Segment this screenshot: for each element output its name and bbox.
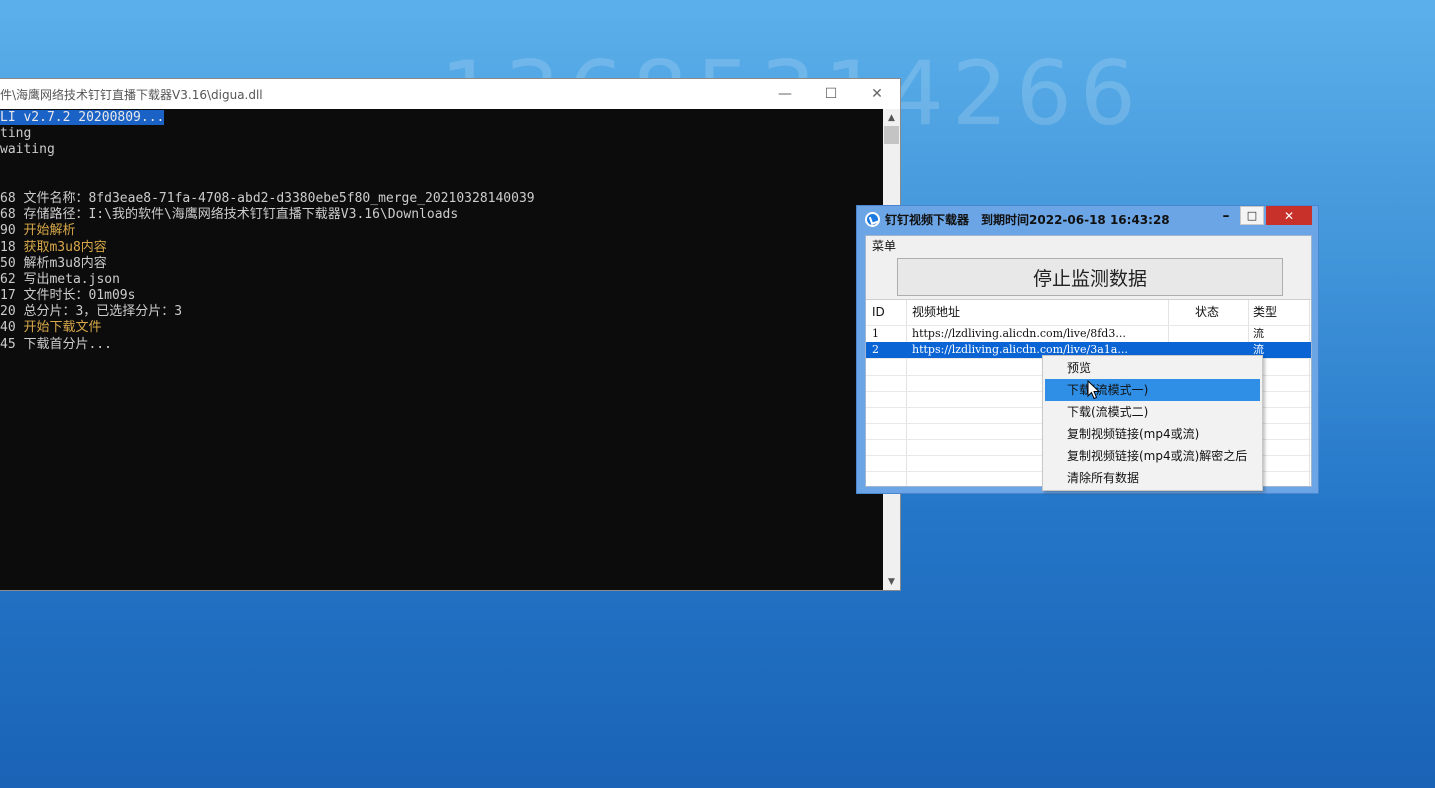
console-line: LI v2.7.2 20200809... bbox=[0, 110, 883, 126]
console-line: 17 文件时长：01m09s bbox=[0, 288, 883, 304]
console-title: 件\海鹰网络技术钉钉直播下载器V3.16\digua.dll bbox=[0, 87, 263, 102]
menu-item-copy-link[interactable]: 复制视频链接(mp4或流) bbox=[1045, 423, 1260, 445]
console-minimize-button[interactable]: — bbox=[762, 79, 808, 109]
console-line-text: LI v2.7.2 20200809... bbox=[0, 110, 165, 125]
console-line: 45 下载首分片... bbox=[0, 337, 883, 353]
column-header-id[interactable]: ID bbox=[872, 300, 885, 325]
app-logo-icon bbox=[865, 211, 880, 227]
menu-item-copy-link-decrypted[interactable]: 复制视频链接(mp4或流)解密之后 bbox=[1045, 445, 1260, 467]
cell-url: https://lzdliving.alicdn.com/live/8fd3..… bbox=[912, 327, 1126, 340]
console-line-text: 62 写出meta.json bbox=[0, 271, 120, 287]
column-header-type[interactable]: 类型 bbox=[1253, 300, 1278, 325]
scroll-down-icon[interactable]: ▼ bbox=[883, 573, 900, 590]
console-line-text: 开始解析 bbox=[23, 223, 76, 239]
cell-id: 1 bbox=[872, 327, 879, 340]
console-line-text: 获取m3u8内容 bbox=[23, 239, 107, 255]
console-titlebar[interactable]: 件\海鹰网络技术钉钉直播下载器V3.16\digua.dll — ☐ ✕ bbox=[0, 79, 900, 109]
console-window[interactable]: 件\海鹰网络技术钉钉直播下载器V3.16\digua.dll — ☐ ✕ LI … bbox=[0, 78, 901, 591]
column-header-url[interactable]: 视频地址 bbox=[912, 300, 961, 325]
console-line-text: 50 解析m3u8内容 bbox=[0, 255, 107, 271]
console-line-text: 20 总分片：3，已选择分片：3 bbox=[0, 304, 183, 320]
console-line: 50 解析m3u8内容 bbox=[0, 256, 883, 272]
menu-item-menu[interactable]: 菜单 bbox=[866, 236, 1311, 256]
console-line: 40 开始下载文件 bbox=[0, 320, 883, 336]
downloader-titlebar[interactable]: 钉钉视频下载器 到期时间2022-06-18 16:43:28 – □ ✕ bbox=[857, 206, 1318, 232]
mouse-cursor-icon bbox=[1087, 380, 1101, 400]
console-close-button[interactable]: ✕ bbox=[854, 79, 900, 109]
console-line-text: 45 下载首分片... bbox=[0, 336, 112, 352]
console-line-text: 68 存储路径：I:\我的软件\海鹰网络技术钉钉直播下载器V3.16\Downl… bbox=[0, 207, 459, 223]
console-line-prefix: 18 bbox=[0, 239, 24, 255]
console-line-text: 开始下载文件 bbox=[23, 320, 102, 336]
downloader-maximize-button[interactable]: □ bbox=[1240, 206, 1264, 225]
menu-item-download-mode-1[interactable]: 下载(流模式一) bbox=[1045, 379, 1260, 401]
context-menu[interactable]: 预览 下载(流模式一) 下载(流模式二) 复制视频链接(mp4或流) 复制视频链… bbox=[1042, 355, 1263, 491]
console-line-text: 17 文件时长：01m09s bbox=[0, 288, 136, 304]
console-line: 90 开始解析 bbox=[0, 223, 883, 239]
console-line: 20 总分片：3，已选择分片：3 bbox=[0, 304, 883, 320]
console-line: 68 文件名称：8fd3eae8-71fa-4708-abd2-d3380ebe… bbox=[0, 191, 883, 207]
console-line-text: ting bbox=[0, 126, 32, 142]
downloader-close-button[interactable]: ✕ bbox=[1266, 206, 1312, 225]
console-line: ting bbox=[0, 126, 883, 142]
console-line: 18 获取m3u8内容 bbox=[0, 240, 883, 256]
console-maximize-button[interactable]: ☐ bbox=[808, 79, 854, 109]
console-line: 62 写出meta.json bbox=[0, 272, 883, 288]
column-header-status[interactable]: 状态 bbox=[1195, 300, 1220, 325]
menu-item-preview[interactable]: 预览 bbox=[1045, 357, 1260, 379]
console-line: waiting bbox=[0, 142, 883, 158]
downloader-title: 钉钉视频下载器 bbox=[885, 212, 970, 227]
scroll-up-icon[interactable]: ▲ bbox=[883, 109, 900, 126]
cell-id: 2 bbox=[872, 343, 879, 356]
menu-item-download-mode-2[interactable]: 下载(流模式二) bbox=[1045, 401, 1260, 423]
downloader-minimize-button[interactable]: – bbox=[1212, 206, 1240, 226]
cell-type: 流 bbox=[1253, 327, 1264, 340]
scroll-thumb[interactable] bbox=[884, 126, 899, 144]
expiry-time: 到期时间2022-06-18 16:43:28 bbox=[981, 212, 1170, 227]
menu-item-clear-all[interactable]: 清除所有数据 bbox=[1045, 467, 1260, 489]
stop-monitor-button[interactable]: 停止监测数据 bbox=[897, 258, 1283, 296]
console-line-prefix: 90 bbox=[0, 223, 24, 239]
console-line-text: waiting bbox=[0, 142, 55, 158]
console-line-prefix: 40 bbox=[0, 320, 24, 336]
console-line-text: 68 文件名称：8fd3eae8-71fa-4708-abd2-d3380ebe… bbox=[0, 190, 535, 206]
console-output: LI v2.7.2 20200809... ting waiting 68 文件名称：… bbox=[0, 109, 883, 590]
console-line: 68 存储路径：I:\我的软件\海鹰网络技术钉钉直播下载器V3.16\Downl… bbox=[0, 207, 883, 223]
table-row[interactable]: 1 https://lzdliving.alicdn.com/live/8fd3… bbox=[866, 326, 1311, 343]
